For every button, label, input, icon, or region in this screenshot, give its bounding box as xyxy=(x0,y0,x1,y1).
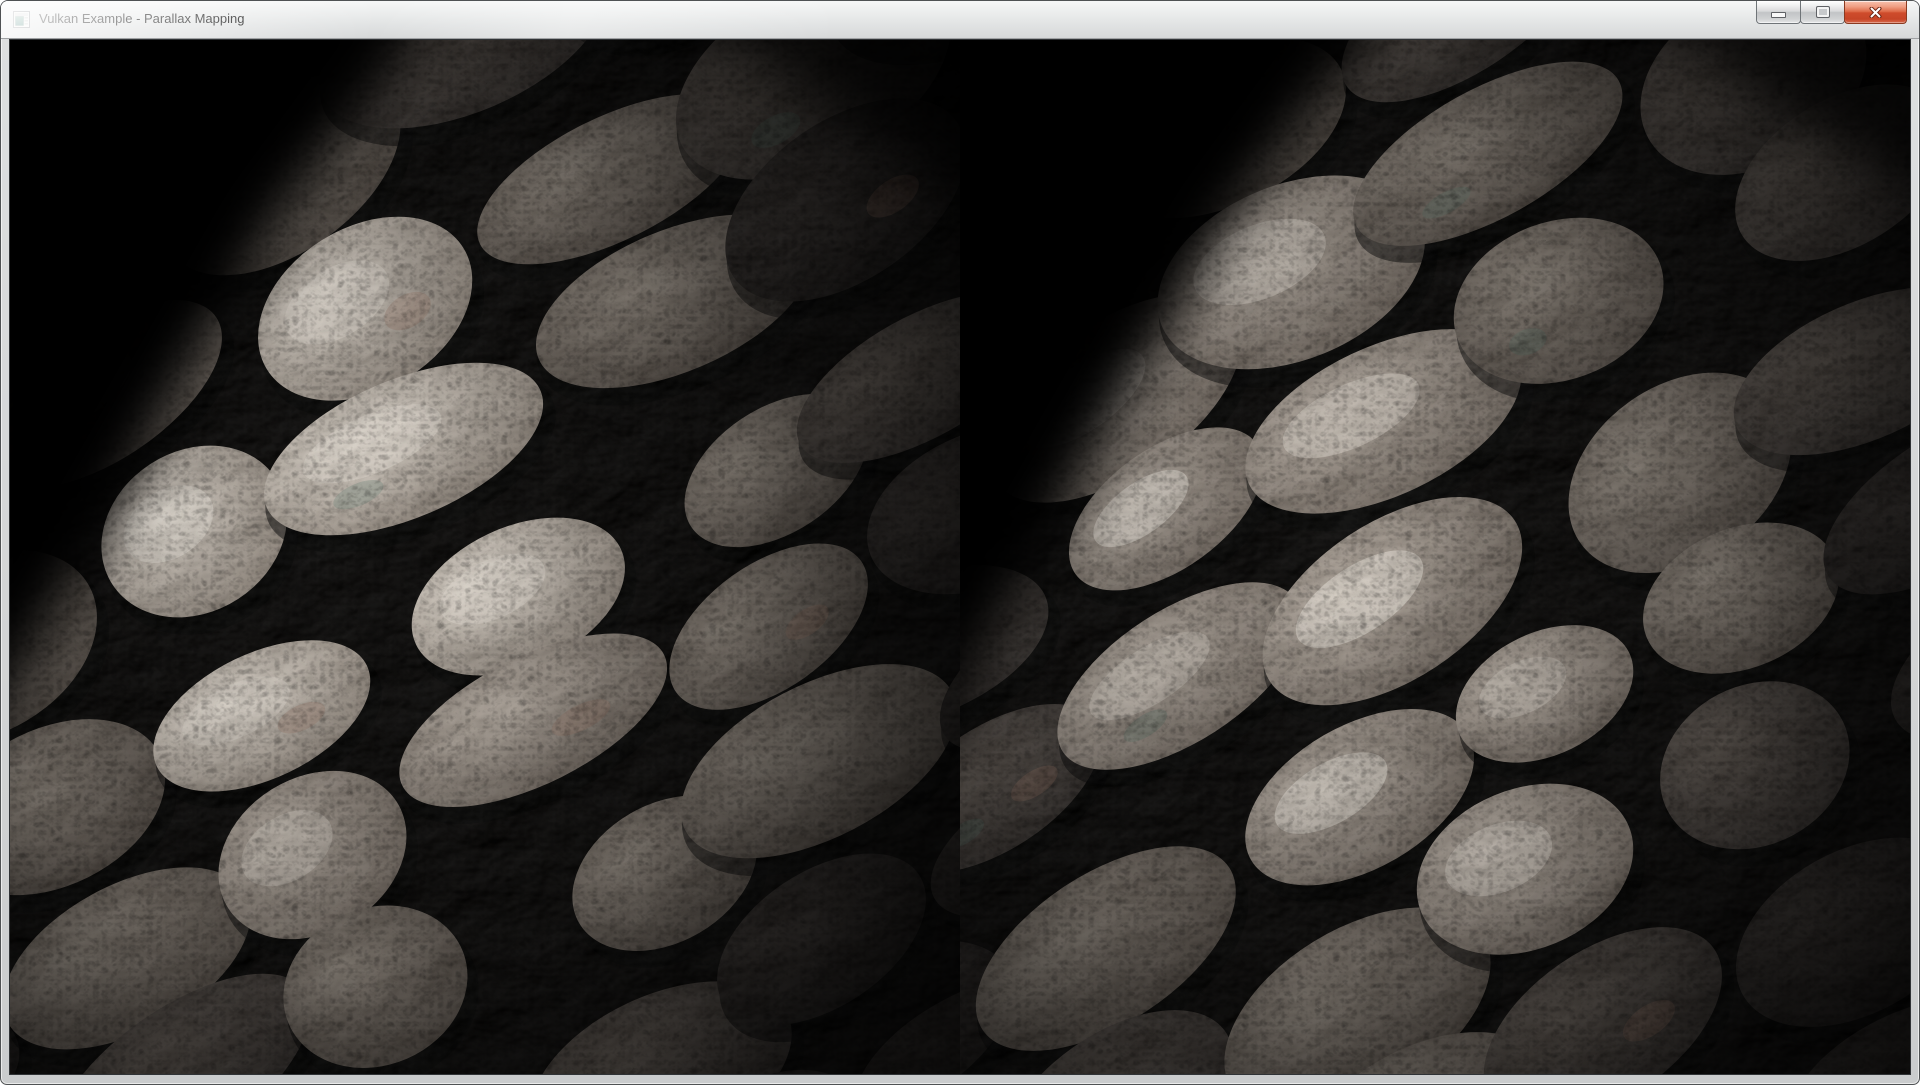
app-window: Vulkan Example - Parallax Mapping xyxy=(0,0,1920,1085)
caption-buttons xyxy=(1757,1,1907,24)
minimize-icon xyxy=(1771,12,1786,18)
render-viewport-left[interactable] xyxy=(10,40,960,1074)
app-icon[interactable] xyxy=(13,11,30,28)
close-button[interactable] xyxy=(1844,1,1907,24)
render-image xyxy=(10,40,960,1074)
render-image xyxy=(960,40,1910,1074)
close-icon xyxy=(1869,7,1882,18)
window-title: Vulkan Example - Parallax Mapping xyxy=(39,1,244,38)
maximize-button[interactable] xyxy=(1800,1,1845,24)
render-client-area xyxy=(9,39,1911,1075)
minimize-button[interactable] xyxy=(1756,1,1801,24)
titlebar[interactable]: Vulkan Example - Parallax Mapping xyxy=(1,1,1919,39)
maximize-icon xyxy=(1816,6,1830,18)
render-viewport-right[interactable] xyxy=(960,40,1910,1074)
